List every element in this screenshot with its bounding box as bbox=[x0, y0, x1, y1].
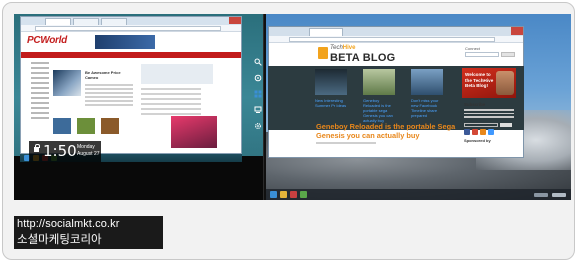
rss-icon[interactable] bbox=[480, 129, 486, 135]
googleplus-icon[interactable] bbox=[472, 129, 478, 135]
left-desktop-bottom bbox=[14, 156, 263, 200]
featured-caption-3[interactable]: Don't miss your new Facebook Timeline sh… bbox=[411, 98, 445, 118]
featured-thumb-3[interactable] bbox=[411, 69, 443, 95]
pcworld-sidebar bbox=[31, 62, 49, 122]
featured-thumb-2[interactable] bbox=[363, 69, 395, 95]
watermark-name: 소셜마케팅코리아 bbox=[17, 232, 102, 246]
pcworld-banner-ad[interactable] bbox=[95, 35, 155, 49]
system-tray[interactable] bbox=[534, 193, 548, 197]
facebook-icon[interactable] bbox=[464, 129, 470, 135]
techhive-page: New Interesting Summer Pr Ideas Geneboy … bbox=[268, 26, 524, 158]
clock-day: Monday bbox=[77, 144, 95, 150]
search-icon[interactable] bbox=[254, 58, 262, 66]
left-browser-tab[interactable] bbox=[45, 18, 71, 25]
subscribe-button[interactable] bbox=[500, 123, 512, 127]
watermark-url: http://socialmkt.co.kr bbox=[17, 218, 120, 230]
left-browser-tab[interactable] bbox=[101, 18, 127, 25]
subscribe-text bbox=[464, 109, 514, 120]
right-taskbar bbox=[266, 189, 571, 200]
sponsor-heading: Sponsored by bbox=[464, 138, 491, 143]
featured-thumb-1[interactable] bbox=[315, 69, 347, 95]
featured-caption-1[interactable]: New Interesting Summer Pr Ideas bbox=[315, 98, 349, 108]
pcworld-thumbnail[interactable] bbox=[101, 118, 119, 134]
share-icon[interactable] bbox=[254, 74, 262, 82]
subscribe-heading: Subscribe bbox=[464, 102, 486, 107]
left-desktop: PCWorld Be Awesome Price Cameo 1:50 Mond… bbox=[14, 14, 263, 200]
taskbar-ie-icon[interactable] bbox=[270, 191, 277, 198]
welcome-promo-text: Welcome to the TechHive Beta Blog! bbox=[465, 72, 494, 89]
left-window-close-button[interactable] bbox=[229, 17, 241, 24]
lock-icon bbox=[34, 144, 40, 154]
article-headline[interactable]: Geneboy Reloaded is the portable Sega Ge… bbox=[316, 122, 456, 140]
taskbar-app-icon[interactable] bbox=[290, 191, 297, 198]
featured-caption-2[interactable]: Geneboy Reloaded is the portable sega Ge… bbox=[363, 98, 397, 123]
screenshot-frame: PCWorld Be Awesome Price Cameo 1:50 Mond… bbox=[2, 2, 575, 260]
lock-screen-clock: 1:50 Monday August 27 bbox=[29, 141, 101, 162]
clock-time: 1:50 bbox=[43, 142, 77, 160]
left-url-field[interactable] bbox=[35, 26, 221, 31]
taskbar-clock[interactable] bbox=[552, 193, 566, 197]
subscribe-email-input[interactable] bbox=[464, 123, 498, 127]
settings-icon[interactable] bbox=[254, 122, 262, 130]
pcworld-feature-text bbox=[85, 84, 133, 108]
pcworld-header: PCWorld bbox=[21, 32, 241, 52]
pcworld-logo[interactable]: PCWorld bbox=[27, 35, 67, 46]
left-address-bar[interactable] bbox=[21, 25, 241, 32]
start-icon[interactable] bbox=[254, 90, 262, 98]
pcworld-promo-image[interactable] bbox=[171, 116, 217, 148]
pcworld-feature-image[interactable] bbox=[53, 70, 81, 96]
twitter-icon[interactable] bbox=[488, 129, 494, 135]
clock-date: August 27 bbox=[77, 151, 100, 157]
split-screen-stage: PCWorld Be Awesome Price Cameo 1:50 Mond… bbox=[14, 14, 571, 200]
article-byline bbox=[316, 142, 376, 146]
pcworld-content: Be Awesome Price Cameo bbox=[21, 58, 241, 153]
left-browser-window[interactable]: PCWorld Be Awesome Price Cameo bbox=[20, 16, 242, 154]
author-avatar bbox=[496, 71, 514, 95]
pcworld-thumbnail[interactable] bbox=[53, 118, 71, 134]
pcworld-feature-headline[interactable]: Be Awesome Price Cameo bbox=[85, 70, 125, 80]
pcworld-story-list bbox=[141, 88, 201, 118]
pcworld-thumbnail[interactable] bbox=[77, 118, 95, 134]
taskbar-app-icon[interactable] bbox=[300, 191, 307, 198]
devices-icon[interactable] bbox=[254, 106, 262, 114]
left-browser-tab[interactable] bbox=[73, 18, 99, 25]
pcworld-ad-block[interactable] bbox=[141, 64, 213, 84]
left-tab-bar bbox=[21, 17, 241, 25]
taskbar-explorer-icon[interactable] bbox=[280, 191, 287, 198]
right-desktop: TechHive BETA BLOG Connect New Interesti… bbox=[266, 14, 571, 200]
watermark-caption: http://socialmkt.co.kr 소셜마케팅코리아 bbox=[14, 216, 163, 249]
